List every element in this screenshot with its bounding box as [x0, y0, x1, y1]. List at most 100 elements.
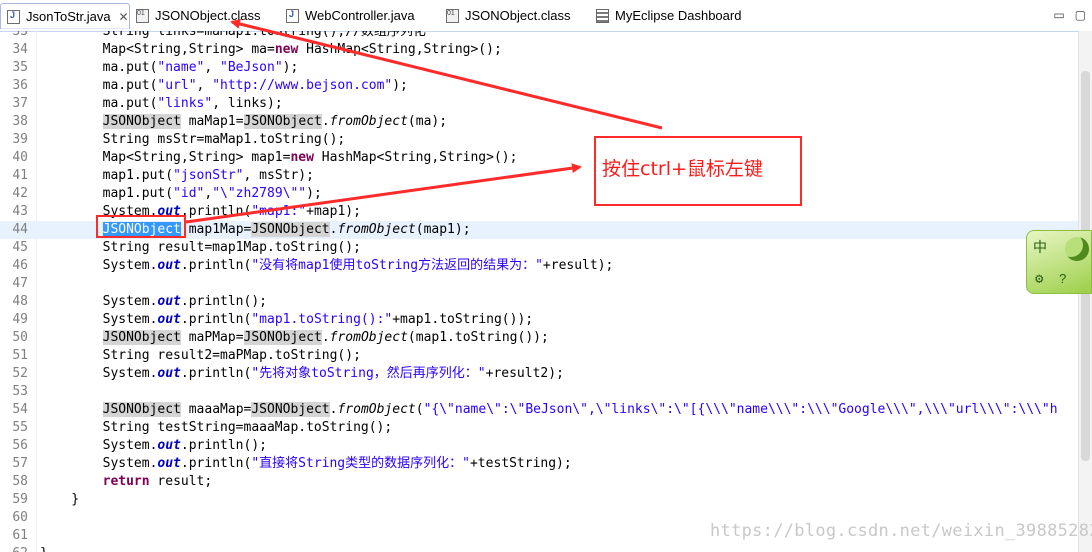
code-text[interactable]: Map<String,String> ma=new HashMap<String…	[40, 41, 502, 59]
line-number: 46	[12, 258, 28, 273]
line-number: 37	[12, 96, 28, 111]
code-line[interactable]: 56 System.out.println();	[0, 437, 1078, 455]
java-file-icon	[286, 8, 299, 23]
line-number: 35	[12, 60, 28, 75]
tab-webcontroller-java[interactable]: WebController.java	[280, 3, 415, 28]
line-number: 61	[12, 528, 28, 543]
line-number: 45	[12, 240, 28, 255]
code-line[interactable]: 57 System.out.println("直接将String类型的数据序列化…	[0, 455, 1078, 473]
line-number: 57	[12, 456, 28, 471]
line-number: 38	[12, 114, 28, 129]
code-line[interactable]: 42 map1.put("id","\"zh2789\"");	[0, 185, 1078, 203]
gear-icon[interactable]: ⚙	[1035, 271, 1043, 287]
code-line[interactable]: 49 System.out.println("map1.toString():"…	[0, 311, 1078, 329]
code-line[interactable]: 33 String links=maMap1.toString();//数组序列…	[0, 31, 1078, 41]
code-text[interactable]: String msStr=maMap1.toString();	[40, 131, 346, 149]
tab-myeclipse-dashboard[interactable]: MyEclipse Dashboard	[590, 3, 741, 28]
code-line[interactable]: 53	[0, 383, 1078, 401]
input-mode-label[interactable]: 中	[1033, 237, 1047, 257]
line-number: 62	[0, 545, 28, 552]
code-text[interactable]: }	[40, 491, 79, 509]
code-line[interactable]: 55 String testString=maaaMap.toString();	[0, 419, 1078, 437]
code-editor[interactable]: 33 String links=maMap1.toString();//数组序列…	[0, 31, 1078, 552]
code-line[interactable]: 58 return result;	[0, 473, 1078, 491]
code-line[interactable]: 34 Map<String,String> ma=new HashMap<Str…	[0, 41, 1078, 59]
code-text[interactable]: System.out.println("map1.toString():"+ma…	[40, 311, 534, 329]
minimize-icon[interactable]: ▭	[1053, 8, 1064, 22]
code-text[interactable]: String testString=maaaMap.toString();	[40, 419, 393, 437]
code-text[interactable]: ma.put("links", links);	[40, 95, 283, 113]
tab-jsonobject-class[interactable]: JSONObject.class	[130, 3, 260, 28]
line-number: 60	[12, 510, 28, 525]
code-text[interactable]: System.out.println();	[40, 293, 267, 311]
code-text[interactable]: }	[40, 545, 48, 552]
close-icon[interactable]: ✕	[119, 10, 129, 24]
line-number: 54	[12, 402, 28, 417]
code-text[interactable]: ma.put("url", "http://www.bejson.com");	[40, 77, 408, 95]
code-line[interactable]: 54 JSONObject maaaMap=JSONObject.fromObj…	[0, 401, 1078, 419]
code-text[interactable]: map1.put("id","\"zh2789\"");	[40, 185, 322, 203]
code-line[interactable]: 38 JSONObject maMap1=JSONObject.fromObje…	[0, 113, 1078, 131]
code-line[interactable]: 62}	[0, 545, 1078, 552]
code-line[interactable]: 59 }	[0, 491, 1078, 509]
line-number: 42	[12, 186, 28, 201]
code-text[interactable]: Map<String,String> map1=new HashMap<Stri…	[40, 149, 518, 167]
code-text[interactable]: JSONObject maaaMap=JSONObject.fromObject…	[40, 401, 1058, 419]
code-text[interactable]: JSONObject maPMap=JSONObject.fromObject(…	[40, 329, 549, 347]
line-number: 43	[12, 204, 28, 219]
code-text[interactable]: String result2=maPMap.toString();	[40, 347, 361, 365]
tab-label: MyEclipse Dashboard	[615, 8, 742, 23]
code-line[interactable]: 40 Map<String,String> map1=new HashMap<S…	[0, 149, 1078, 167]
annotation-text: 按住ctrl+鼠标左键	[602, 158, 763, 180]
line-number: 33	[12, 31, 28, 39]
tab-jsontostr-java[interactable]: JsonToStr.java ✕	[0, 3, 130, 29]
input-method-widget[interactable]: 中 ⚙ ?	[1026, 230, 1092, 294]
code-text[interactable]: System.out.println("先将对象toString，然后再序列化：…	[40, 365, 564, 383]
line-number: 41	[12, 168, 28, 183]
code-line[interactable]: 35 ma.put("name", "BeJson");	[0, 59, 1078, 77]
code-line[interactable]: 50 JSONObject maPMap=JSONObject.fromObje…	[0, 329, 1078, 347]
window-buttons: ▭ ▢	[1053, 8, 1086, 22]
annotation-callout: 按住ctrl+鼠标左键	[594, 136, 802, 206]
moon-icon	[1065, 237, 1089, 261]
class-file-icon	[446, 8, 459, 23]
line-number: 51	[12, 348, 28, 363]
java-file-icon	[7, 9, 20, 24]
tab-label: JSONObject.class	[465, 8, 571, 23]
code-line[interactable]: 37 ma.put("links", links);	[0, 95, 1078, 113]
code-line[interactable]: 46 System.out.println("没有将map1使用toString…	[0, 257, 1078, 275]
code-line[interactable]: 47	[0, 275, 1078, 293]
code-text[interactable]: return result;	[40, 473, 213, 491]
line-number: 52	[12, 366, 28, 381]
code-text[interactable]: System.out.println("没有将map1使用toString方法返…	[40, 257, 614, 275]
code-text[interactable]: String result=map1Map.toString();	[40, 239, 361, 257]
code-text[interactable]: System.out.println("map1:"+map1);	[40, 203, 361, 221]
line-number: 40	[12, 150, 28, 165]
line-number: 34	[12, 42, 28, 57]
tab-jsonobject-class-2[interactable]: JSONObject.class	[440, 3, 570, 28]
line-number: 53	[12, 384, 28, 399]
maximize-icon[interactable]: ▢	[1075, 8, 1086, 22]
code-line[interactable]: 39 String msStr=maMap1.toString();	[0, 131, 1078, 149]
code-line[interactable]: 45 String result=map1Map.toString();	[0, 239, 1078, 257]
code-line[interactable]: 41 map1.put("jsonStr", msStr);	[0, 167, 1078, 185]
editor-tab-bar: JsonToStr.java ✕ JSONObject.class WebCon…	[0, 0, 1092, 32]
code-text[interactable]: System.out.println();	[40, 437, 267, 455]
dashboard-icon	[596, 8, 609, 23]
tab-label: JSONObject.class	[155, 8, 261, 23]
code-line[interactable]: 52 System.out.println("先将对象toString，然后再序…	[0, 365, 1078, 383]
code-text[interactable]: map1.put("jsonStr", msStr);	[40, 167, 314, 185]
help-icon[interactable]: ?	[1059, 271, 1066, 286]
line-number: 55	[12, 420, 28, 435]
code-text[interactable]: ma.put("name", "BeJson");	[40, 59, 299, 77]
code-text[interactable]: String links=maMap1.toString();//数组序列化	[40, 31, 426, 41]
code-text[interactable]: JSONObject maMap1=JSONObject.fromObject(…	[40, 113, 447, 131]
highlight-box	[96, 215, 186, 238]
code-line[interactable]: 36 ma.put("url", "http://www.bejson.com"…	[0, 77, 1078, 95]
code-line[interactable]: 51 String result2=maPMap.toString();	[0, 347, 1078, 365]
code-text[interactable]: System.out.println("直接将String类型的数据序列化："+…	[40, 455, 572, 473]
tab-label: WebController.java	[305, 8, 415, 23]
line-number: 49	[12, 312, 28, 327]
line-number: 36	[12, 78, 28, 93]
code-line[interactable]: 48 System.out.println();	[0, 293, 1078, 311]
